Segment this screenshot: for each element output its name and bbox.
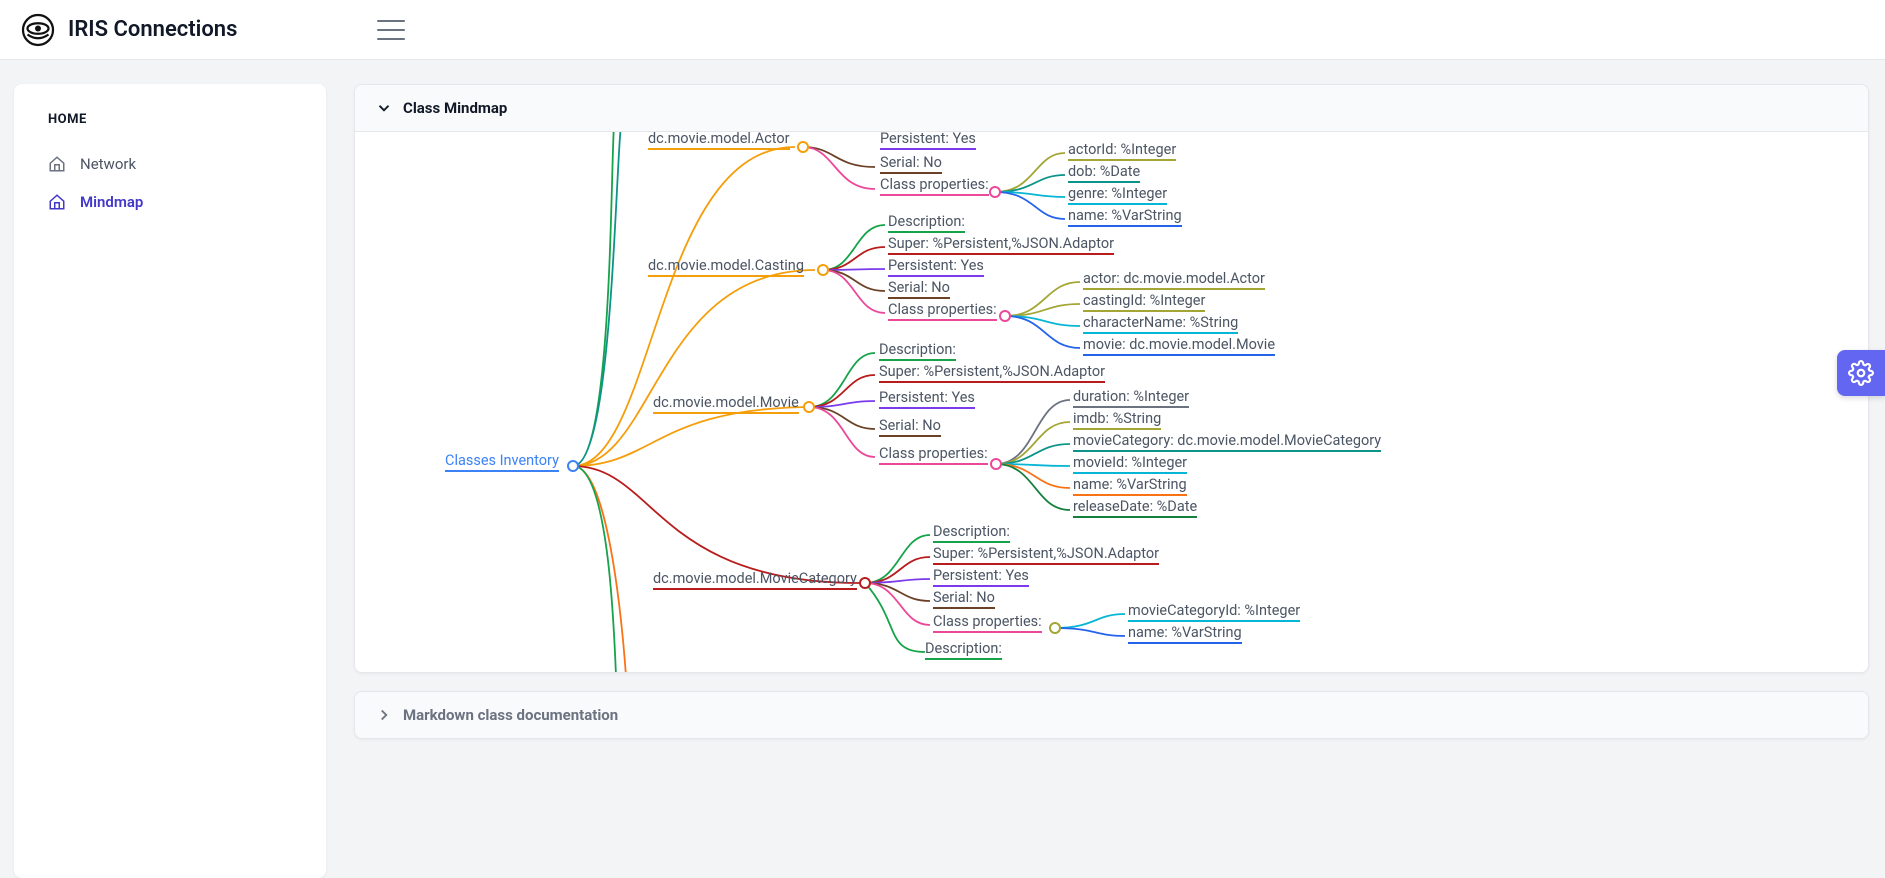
- mindmap-class-moviecategory[interactable]: dc.movie.model.MovieCategory: [653, 570, 857, 590]
- mindmap-node[interactable]: [999, 310, 1011, 322]
- mindmap-prop[interactable]: genre: %Integer: [1068, 185, 1167, 205]
- mindmap-prop[interactable]: actorId: %Integer: [1068, 141, 1176, 161]
- mindmap-prop[interactable]: releaseDate: %Date: [1073, 498, 1197, 518]
- sidebar-item-label: Network: [80, 155, 136, 173]
- mindmap-node[interactable]: [803, 401, 815, 413]
- sidebar-item-label: Mindmap: [80, 193, 143, 211]
- mindmap-class-actor[interactable]: dc.movie.model.Actor: [648, 132, 790, 150]
- panel-title: Markdown class documentation: [403, 706, 618, 724]
- mindmap-node[interactable]: [859, 577, 871, 589]
- mindmap-attr[interactable]: Class properties:: [879, 445, 988, 465]
- sidebar-item-network[interactable]: Network: [30, 145, 310, 183]
- logo-wrap: IRIS Connections: [20, 12, 237, 48]
- mindmap-prop[interactable]: duration: %Integer: [1073, 388, 1189, 408]
- mindmap-prop[interactable]: movieCategoryId: %Integer: [1128, 602, 1300, 622]
- mindmap-node[interactable]: [1049, 622, 1061, 634]
- content-area: HOME Network Mindmap Class Mindmap: [0, 60, 1885, 878]
- gear-icon: [1848, 360, 1874, 386]
- mindmap-attr[interactable]: Super: %Persistent,%JSON.Adaptor: [879, 363, 1105, 383]
- mindmap-attr[interactable]: Description:: [925, 640, 1002, 660]
- app-title: IRIS Connections: [68, 17, 237, 42]
- panel-title: Class Mindmap: [403, 99, 507, 117]
- mindmap-prop[interactable]: name: %VarString: [1128, 624, 1242, 644]
- mindmap-attr[interactable]: Class properties:: [880, 176, 989, 196]
- mindmap-root[interactable]: Classes Inventory: [445, 452, 559, 472]
- sidebar-heading: HOME: [30, 112, 310, 127]
- home-icon: [48, 155, 66, 173]
- sidebar-item-mindmap[interactable]: Mindmap: [30, 183, 310, 221]
- mindmap-class-movie[interactable]: dc.movie.model.Movie: [653, 394, 799, 414]
- mindmap-node[interactable]: [797, 141, 809, 153]
- mindmap-attr[interactable]: Description:: [879, 341, 956, 361]
- mindmap-attr[interactable]: Super: %Persistent,%JSON.Adaptor: [933, 545, 1159, 565]
- mindmap-attr[interactable]: Persistent: Yes: [880, 132, 976, 150]
- home-icon: [48, 193, 66, 211]
- sidebar: HOME Network Mindmap: [14, 84, 326, 878]
- chevron-right-icon: [375, 706, 393, 724]
- app-header: IRIS Connections: [0, 0, 1885, 60]
- settings-tab[interactable]: [1837, 350, 1885, 396]
- mindmap-attr[interactable]: Serial: No: [933, 589, 995, 609]
- panel-header-mindmap[interactable]: Class Mindmap: [355, 85, 1868, 132]
- mindmap-attr[interactable]: Description:: [933, 523, 1010, 543]
- mindmap-node[interactable]: [989, 186, 1001, 198]
- mindmap-root-node[interactable]: [567, 460, 579, 472]
- menu-toggle-icon[interactable]: [377, 20, 405, 40]
- mindmap-attr[interactable]: Serial: No: [880, 154, 942, 174]
- mindmap-prop[interactable]: movie: dc.movie.model.Movie: [1083, 336, 1275, 356]
- mindmap-attr[interactable]: Super: %Persistent,%JSON.Adaptor: [888, 235, 1114, 255]
- mindmap-attr[interactable]: Description:: [888, 213, 965, 233]
- mindmap-attr[interactable]: Class properties:: [933, 613, 1042, 633]
- mindmap-prop[interactable]: name: %VarString: [1073, 476, 1187, 496]
- mindmap-prop[interactable]: movieId: %Integer: [1073, 454, 1187, 474]
- mindmap-prop[interactable]: dob: %Date: [1068, 163, 1140, 183]
- main: Class Mindmap: [354, 84, 1869, 878]
- mindmap-node[interactable]: [990, 458, 1002, 470]
- panel-header-docs[interactable]: Markdown class documentation: [355, 692, 1868, 738]
- mindmap-prop[interactable]: name: %VarString: [1068, 207, 1182, 227]
- mindmap-attr[interactable]: Persistent: Yes: [933, 567, 1029, 587]
- mindmap-attr[interactable]: Serial: No: [888, 279, 950, 299]
- mindmap-prop[interactable]: actor: dc.movie.model.Actor: [1083, 270, 1265, 290]
- chevron-down-icon: [375, 99, 393, 117]
- mindmap-class-casting[interactable]: dc.movie.model.Casting: [648, 257, 804, 277]
- mindmap-prop[interactable]: movieCategory: dc.movie.model.MovieCateg…: [1073, 432, 1381, 452]
- mindmap-prop[interactable]: imdb: %String: [1073, 410, 1161, 430]
- mindmap-node[interactable]: [817, 264, 829, 276]
- mindmap-prop[interactable]: characterName: %String: [1083, 314, 1238, 334]
- mindmap-attr[interactable]: Serial: No: [879, 417, 941, 437]
- mindmap-attr[interactable]: Class properties:: [888, 301, 997, 321]
- mindmap-prop[interactable]: castingId: %Integer: [1083, 292, 1205, 312]
- mindmap-attr[interactable]: Persistent: Yes: [879, 389, 975, 409]
- mindmap-canvas[interactable]: Classes Inventory dc.movie.model.Actor P…: [355, 132, 1868, 672]
- panel-docs: Markdown class documentation: [354, 691, 1869, 739]
- panel-mindmap: Class Mindmap: [354, 84, 1869, 673]
- mindmap-attr[interactable]: Persistent: Yes: [888, 257, 984, 277]
- app-logo-icon: [20, 12, 56, 48]
